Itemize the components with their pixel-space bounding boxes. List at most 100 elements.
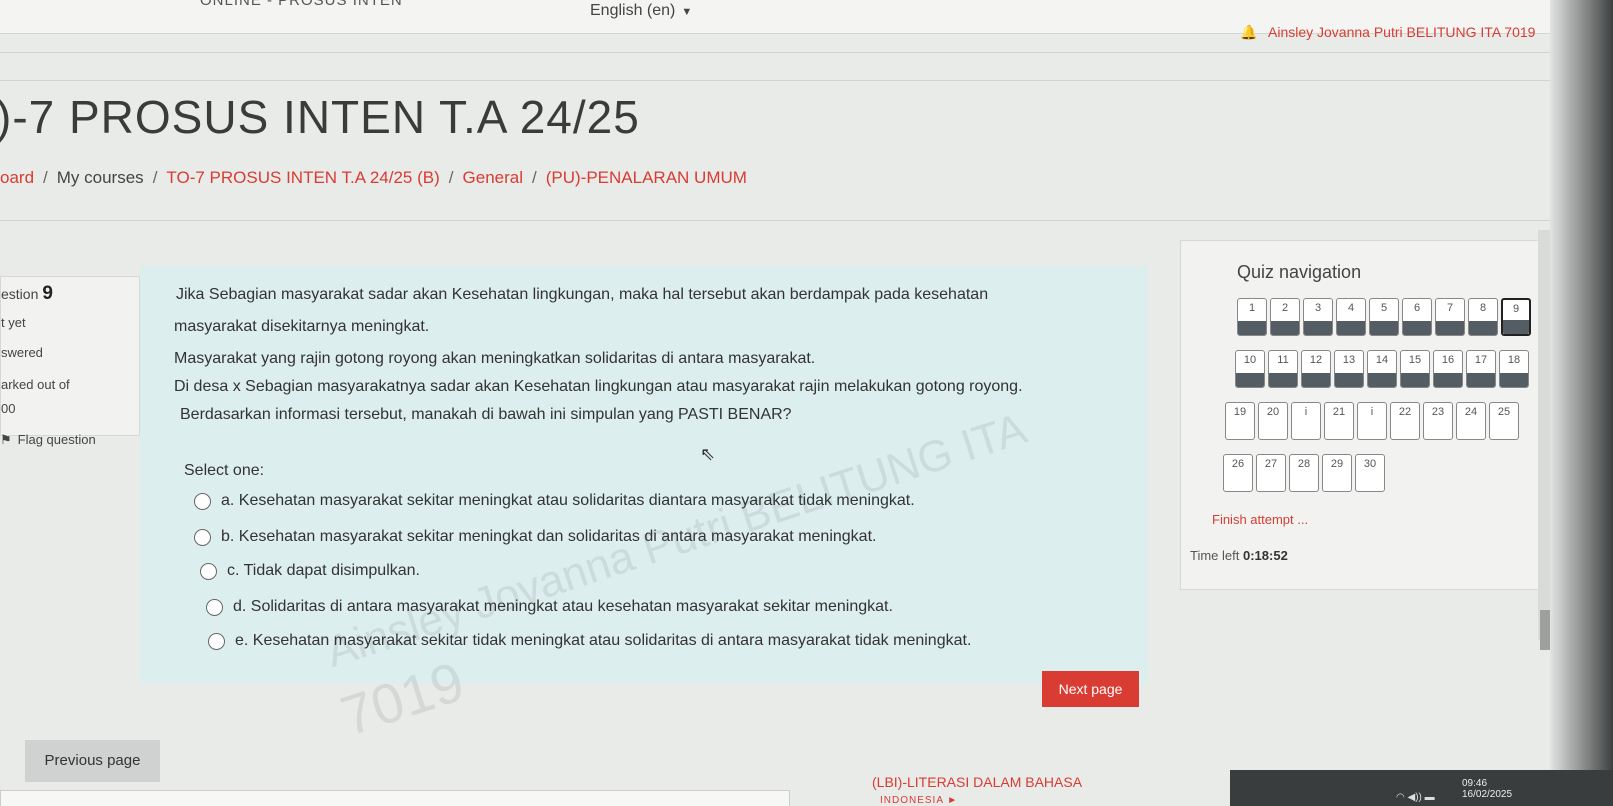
question-status: t yet bbox=[1, 315, 26, 330]
quiz-nav-question-button[interactable]: 22 bbox=[1390, 402, 1420, 440]
question-number: estion 9 bbox=[1, 283, 53, 305]
scrollbar-thumb[interactable] bbox=[1540, 610, 1550, 650]
answer-option-d[interactable]: d. Solidaritas di antara masyarakat meni… bbox=[206, 598, 893, 616]
quiz-nav-question-button[interactable]: i bbox=[1291, 402, 1321, 440]
answered-indicator bbox=[1370, 321, 1398, 335]
system-clock: 09:46 16/02/2025 bbox=[1462, 778, 1512, 800]
quiz-nav-question-button[interactable]: 23 bbox=[1423, 402, 1453, 440]
course-title-fragment: ONLINE - PROSUS INTEN bbox=[200, 0, 403, 9]
breadcrumb-dashboard[interactable]: oard bbox=[0, 168, 34, 187]
quiz-nav-question-button[interactable]: 6 bbox=[1402, 298, 1432, 336]
time-left: Time left 0:18:52 bbox=[1190, 548, 1288, 563]
flag-label: Flag question bbox=[17, 432, 96, 447]
language-selector[interactable]: English (en) ▼ bbox=[590, 2, 692, 20]
time-left-value: 0:18:52 bbox=[1242, 548, 1288, 563]
quiz-nav-question-button[interactable]: 13 bbox=[1334, 350, 1364, 388]
quiz-nav-question-number: 22 bbox=[1398, 406, 1412, 418]
quiz-nav-question-button[interactable]: 12 bbox=[1301, 350, 1331, 388]
question-text-line-1: Jika Sebagian masyarakat sadar akan Kese… bbox=[176, 286, 989, 303]
flag-icon: ⚑ bbox=[0, 432, 12, 447]
quiz-nav-question-button[interactable]: 27 bbox=[1256, 454, 1286, 492]
answered-indicator bbox=[1304, 321, 1332, 335]
jump-to-field[interactable] bbox=[0, 790, 790, 806]
next-activity-link-2[interactable]: INDONESIA ► bbox=[880, 795, 958, 806]
quiz-nav-question-number: 19 bbox=[1233, 406, 1247, 418]
quiz-nav-question-button[interactable]: 10 bbox=[1235, 350, 1265, 388]
user-name[interactable]: Ainsley Jovanna Putri BELITUNG ITA 7019 bbox=[1268, 24, 1535, 40]
breadcrumb-section[interactable]: General bbox=[463, 168, 523, 187]
quiz-nav-question-number: 8 bbox=[1479, 302, 1487, 314]
radio-button[interactable] bbox=[194, 528, 211, 546]
breadcrumb-my-courses[interactable]: My courses bbox=[57, 168, 144, 187]
next-page-button[interactable]: Next page bbox=[1042, 671, 1139, 707]
radio-button[interactable] bbox=[208, 632, 225, 650]
answer-option-a[interactable]: a. Kesehatan masyarakat sekitar meningka… bbox=[194, 492, 915, 510]
quiz-nav-question-button[interactable]: 9 bbox=[1501, 298, 1531, 336]
quiz-nav-question-number: 18 bbox=[1507, 354, 1521, 366]
answered-indicator bbox=[1368, 373, 1396, 387]
answered-indicator bbox=[1467, 373, 1495, 387]
answer-option-label: e. Kesehatan masyarakat sekitar tidak me… bbox=[235, 632, 972, 649]
flag-question[interactable]: ⚑ Flag question bbox=[0, 432, 96, 448]
bell-icon[interactable]: 🔔 bbox=[1240, 24, 1257, 41]
divider bbox=[0, 52, 1550, 53]
quiz-nav-question-button[interactable]: 4 bbox=[1336, 298, 1366, 336]
breadcrumb: oard / My courses / TO-7 PROSUS INTEN T.A 24… bbox=[0, 168, 747, 188]
quiz-nav-question-button[interactable]: 14 bbox=[1367, 350, 1397, 388]
marks-label: arked out of bbox=[1, 377, 70, 392]
finish-attempt-link[interactable]: Finish attempt ... bbox=[1212, 512, 1308, 527]
answered-indicator bbox=[1469, 321, 1497, 335]
quiz-nav-question-button[interactable]: 28 bbox=[1289, 454, 1319, 492]
answered-indicator bbox=[1335, 373, 1363, 387]
quiz-nav-question-button[interactable]: 25 bbox=[1489, 402, 1519, 440]
quiz-nav-question-button[interactable]: 24 bbox=[1456, 402, 1486, 440]
answer-option-c[interactable]: c. Tidak dapat disimpulkan. bbox=[200, 562, 420, 580]
quiz-nav-question-button[interactable]: 15 bbox=[1400, 350, 1430, 388]
quiz-nav-question-button[interactable]: 26 bbox=[1223, 454, 1253, 492]
previous-page-button[interactable]: Previous page bbox=[25, 740, 160, 782]
breadcrumb-quiz[interactable]: (PU)-PENALARAN UMUM bbox=[546, 168, 747, 187]
quiz-nav-question-button[interactable]: 20 bbox=[1258, 402, 1288, 440]
quiz-nav-question-button[interactable]: 7 bbox=[1435, 298, 1465, 336]
quiz-nav-question-button[interactable]: 11 bbox=[1268, 350, 1298, 388]
quiz-nav-question-number: 20 bbox=[1266, 406, 1280, 418]
quiz-nav-question-button[interactable]: 8 bbox=[1468, 298, 1498, 336]
quiz-nav-question-number: 2 bbox=[1281, 302, 1289, 314]
answered-indicator bbox=[1337, 321, 1365, 335]
radio-button[interactable] bbox=[206, 598, 223, 616]
answered-indicator bbox=[1434, 373, 1462, 387]
question-text-line-3: Masyarakat yang rajin gotong royong akan… bbox=[174, 350, 816, 367]
quiz-nav-question-button[interactable]: 18 bbox=[1499, 350, 1529, 388]
question-card: Ainsley Jovanna Putri BELITUNG ITA 7019 … bbox=[140, 266, 1148, 748]
quiz-nav-question-button[interactable]: 16 bbox=[1433, 350, 1463, 388]
quiz-nav-question-button[interactable]: 5 bbox=[1369, 298, 1399, 336]
quiz-nav-question-number: 21 bbox=[1332, 406, 1346, 418]
quiz-nav-question-number: 9 bbox=[1512, 303, 1520, 315]
answered-indicator bbox=[1269, 373, 1297, 387]
quiz-navigation-title: Quiz navigation bbox=[1237, 262, 1362, 282]
quiz-nav-question-number: 10 bbox=[1243, 354, 1257, 366]
quiz-nav-question-button[interactable]: 19 bbox=[1225, 402, 1255, 440]
quiz-nav-question-number: i bbox=[1370, 406, 1374, 418]
quiz-nav-question-number: 26 bbox=[1231, 458, 1245, 470]
breadcrumb-course[interactable]: TO-7 PROSUS INTEN T.A 24/25 (B) bbox=[166, 168, 439, 187]
quiz-nav-question-button[interactable]: 3 bbox=[1303, 298, 1333, 336]
answer-option-label: b. Kesehatan masyarakat sekitar meningka… bbox=[221, 528, 877, 545]
screen-edge bbox=[1550, 0, 1613, 806]
quiz-nav-question-button[interactable]: 1 bbox=[1237, 298, 1267, 336]
quiz-nav-question-button[interactable]: 2 bbox=[1270, 298, 1300, 336]
quiz-nav-question-button[interactable]: 17 bbox=[1466, 350, 1496, 388]
clock-date: 16/02/2025 bbox=[1462, 789, 1513, 800]
radio-button[interactable] bbox=[200, 562, 217, 580]
quiz-nav-question-button[interactable]: 30 bbox=[1355, 454, 1385, 492]
quiz-nav-question-button[interactable]: 21 bbox=[1324, 402, 1354, 440]
quiz-nav-question-number: 1 bbox=[1248, 302, 1256, 314]
answer-option-e[interactable]: e. Kesehatan masyarakat sekitar tidak me… bbox=[208, 632, 971, 650]
answer-option-b[interactable]: b. Kesehatan masyarakat sekitar meningka… bbox=[194, 528, 876, 546]
quiz-nav-question-button[interactable]: 29 bbox=[1322, 454, 1352, 492]
next-activity-link[interactable]: (LBI)-LITERASI DALAM BAHASA bbox=[872, 774, 1082, 790]
quiz-nav-question-number: 17 bbox=[1474, 354, 1488, 366]
radio-button[interactable] bbox=[194, 492, 211, 510]
answered-indicator bbox=[1503, 320, 1529, 334]
quiz-nav-question-button[interactable]: i bbox=[1357, 402, 1387, 440]
